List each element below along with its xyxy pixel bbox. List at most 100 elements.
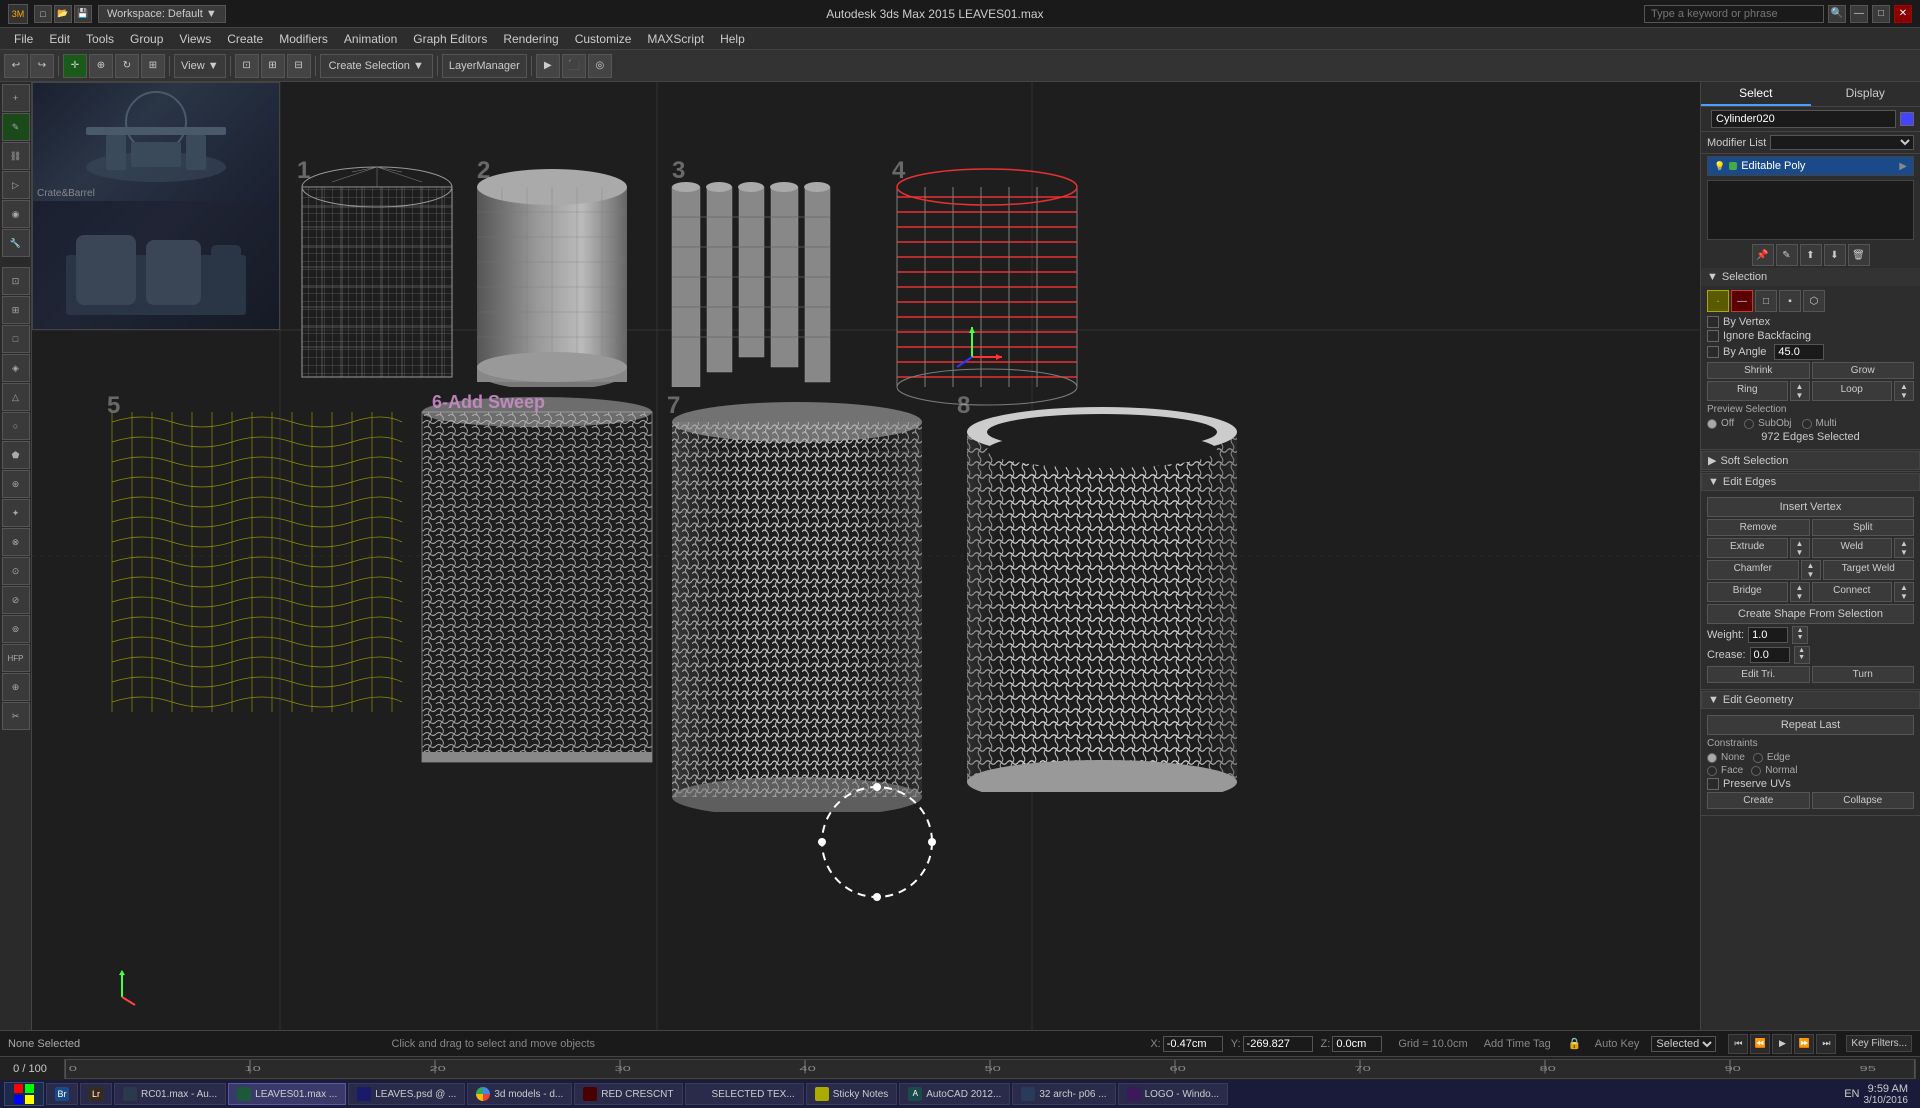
by-vertex-cb[interactable] [1707,316,1719,328]
taskbar-app-archp06[interactable]: 32 arch- p06 ... [1012,1083,1115,1105]
toolbar-move[interactable]: ⊕ [89,54,113,78]
left-tool4[interactable]: ◈ [2,354,30,382]
create-selection-dropdown[interactable]: Create Selection ▼ [320,54,433,78]
toolbar-layer[interactable]: LayerManager [442,54,527,78]
autokey-label[interactable]: Auto Key [1595,1038,1640,1050]
menu-views[interactable]: Views [171,30,219,48]
taskbar-app-leaves01[interactable]: LEAVES01.max ... [228,1083,346,1105]
grow-btn[interactable]: Grow [1812,362,1915,379]
chamfer-btn[interactable]: Chamfer [1707,560,1799,580]
weld-spinner[interactable]: ▲▼ [1894,538,1914,558]
radio-subobj[interactable] [1744,419,1754,429]
bridge-btn[interactable]: Bridge [1707,582,1788,602]
toolbar-select[interactable]: ✛ [63,54,87,78]
left-tool5[interactable]: △ [2,383,30,411]
left-tool1[interactable]: ⊡ [2,267,30,295]
z-input[interactable] [1332,1036,1382,1052]
loop-btn[interactable]: Loop [1812,381,1893,401]
taskbar-app-selectedtex[interactable]: SELECTED TEX... [685,1083,804,1105]
angle-input[interactable] [1774,344,1824,360]
insert-vertex-btn[interactable]: Insert Vertex [1707,497,1914,517]
modifier-expand[interactable]: ▶ [1899,161,1907,172]
menu-customize[interactable]: Customize [567,30,640,48]
border-icon[interactable]: □ [1755,290,1777,312]
menu-file[interactable]: File [6,30,41,48]
crease-input[interactable] [1750,647,1790,663]
mod-tool3[interactable]: ⬇ [1824,244,1846,266]
taskbar-app-logo[interactable]: LOGO - Windo... [1118,1083,1228,1105]
toolbar-undo[interactable]: ↩ [4,54,28,78]
close-btn[interactable]: ✕ [1894,5,1912,23]
toolbar-rotate[interactable]: ↻ [115,54,139,78]
radio-off[interactable] [1707,419,1717,429]
taskbar-app-chrome[interactable]: 3d models - d... [467,1083,572,1105]
menu-help[interactable]: Help [712,30,753,48]
left-tool9[interactable]: ✦ [2,499,30,527]
toolbar-snap3[interactable]: ⊟ [287,54,311,78]
left-create-btn[interactable]: + [2,84,30,112]
left-tool14[interactable]: ⊕ [2,673,30,701]
timeline-bar[interactable]: 0 10 20 30 40 50 60 70 80 90 95 [64,1059,1916,1079]
left-tool13[interactable]: ⊚ [2,615,30,643]
left-tool12[interactable]: ⊘ [2,586,30,614]
toolbar-snap2[interactable]: ⊞ [261,54,285,78]
left-hierarchy-btn[interactable]: ⛓ [2,142,30,170]
menu-group[interactable]: Group [122,30,171,48]
toolbar-material[interactable]: ◎ [588,54,612,78]
mod-tool2[interactable]: ⬆ [1800,244,1822,266]
target-weld-btn[interactable]: Target Weld [1823,560,1915,580]
search-input[interactable] [1644,5,1824,23]
toolbar-scale[interactable]: ⊞ [141,54,165,78]
ring-btn[interactable]: Ring [1707,381,1788,401]
menu-modifiers[interactable]: Modifiers [271,30,336,48]
split-btn[interactable]: Split [1812,519,1915,536]
toolbar-snap[interactable]: ⊡ [235,54,259,78]
tab-select[interactable]: Select [1701,82,1811,106]
object-color-swatch[interactable] [1900,112,1914,126]
taskbar-app-lr[interactable]: Lr [80,1083,112,1105]
taskbar-app-leaves-psd[interactable]: LEAVES.psd @ ... [348,1083,465,1105]
taskbar-app-autocad[interactable]: A AutoCAD 2012... [899,1083,1010,1105]
vertex-icon[interactable]: · [1707,290,1729,312]
radio-normal[interactable] [1751,766,1761,776]
ignore-backfacing-cb[interactable] [1707,330,1719,342]
x-input[interactable] [1163,1036,1223,1052]
connect-spinner[interactable]: ▲▼ [1894,582,1914,602]
menu-create[interactable]: Create [219,30,271,48]
left-tool2[interactable]: ⊞ [2,296,30,324]
modifier-item-editable-poly[interactable]: 💡 Editable Poly ▶ [1708,157,1913,175]
left-tool10[interactable]: ⊗ [2,528,30,556]
workspace-dropdown[interactable]: Workspace: Default ▼ [98,5,226,23]
taskbar-app-br[interactable]: Br [46,1083,78,1105]
left-tool11[interactable]: ⊙ [2,557,30,585]
new-btn[interactable]: □ [34,5,52,23]
radio-multi[interactable] [1802,419,1812,429]
taskbar-app-redcrescent[interactable]: RED CRESCNT [574,1083,682,1105]
prev-key-btn[interactable]: ⏪ [1750,1034,1770,1054]
create-shape-btn[interactable]: Create Shape From Selection [1707,604,1914,624]
repeat-last-btn[interactable]: Repeat Last [1707,715,1914,735]
left-tool15[interactable]: ✂ [2,702,30,730]
tab-display[interactable]: Display [1811,82,1920,106]
left-motion-btn[interactable]: ▷ [2,171,30,199]
mod-tool4[interactable]: 🗑 [1848,244,1870,266]
menu-edit[interactable]: Edit [41,30,78,48]
weight-spinner[interactable]: ▲▼ [1792,626,1808,644]
modifier-list-dropdown[interactable] [1770,135,1914,150]
save-btn[interactable]: 💾 [74,5,92,23]
loop-spinner[interactable]: ▲▼ [1894,381,1914,401]
menu-rendering[interactable]: Rendering [495,30,566,48]
polygon-icon[interactable]: ▪ [1779,290,1801,312]
preserve-uvs-cb[interactable] [1707,778,1719,790]
next-frame-btn[interactable]: ⏭ [1816,1034,1836,1054]
extrude-spinner[interactable]: ▲▼ [1790,538,1810,558]
add-time-tag[interactable]: Add Time Tag [1484,1038,1551,1050]
pin-btn[interactable]: 📌 [1752,244,1774,266]
turn-btn[interactable]: Turn [1812,666,1915,683]
edge-icon[interactable]: — [1731,290,1753,312]
edit-geometry-header[interactable]: ▼ Edit Geometry [1701,691,1920,709]
minimize-btn[interactable]: — [1850,5,1868,23]
collapse-btn[interactable]: Collapse [1812,792,1915,809]
toolbar-render2[interactable]: ⬛ [562,54,586,78]
edit-edges-header[interactable]: ▼ Edit Edges [1701,473,1920,491]
